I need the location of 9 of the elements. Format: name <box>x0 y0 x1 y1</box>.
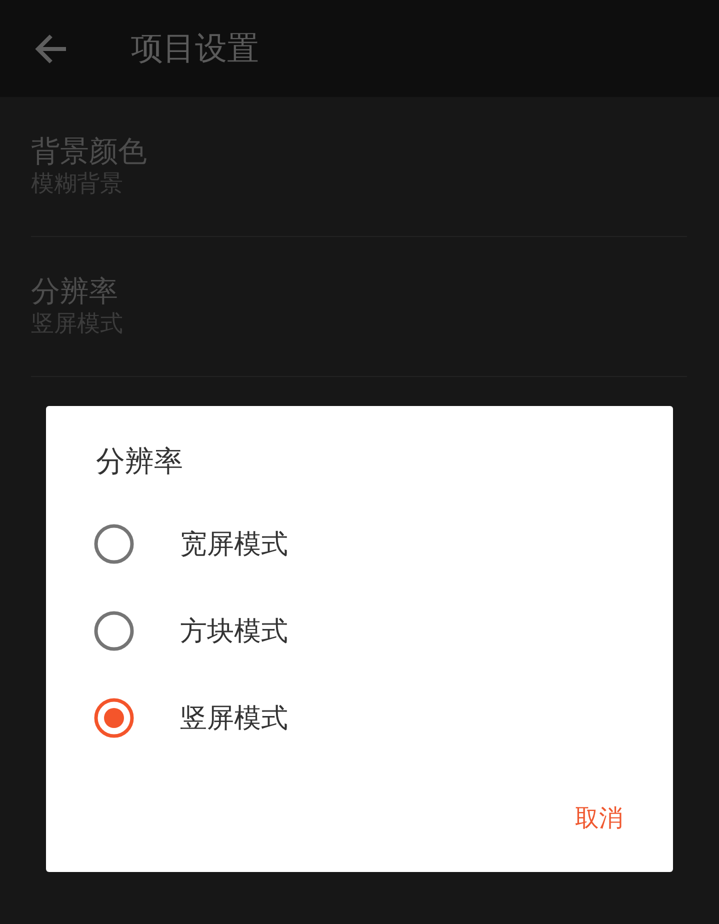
radio-button[interactable] <box>94 524 134 564</box>
radio-option[interactable]: 宽屏模式 <box>46 500 673 587</box>
radio-option[interactable]: 竖屏模式 <box>46 674 673 761</box>
radio-button[interactable] <box>94 610 134 650</box>
back-icon[interactable] <box>34 32 68 66</box>
radio-button[interactable] <box>94 698 134 738</box>
screen-title: 项目设置 <box>131 28 259 68</box>
dialog-title: 分辨率 <box>96 443 183 480</box>
radio-option[interactable]: 方块模式 <box>46 587 673 674</box>
